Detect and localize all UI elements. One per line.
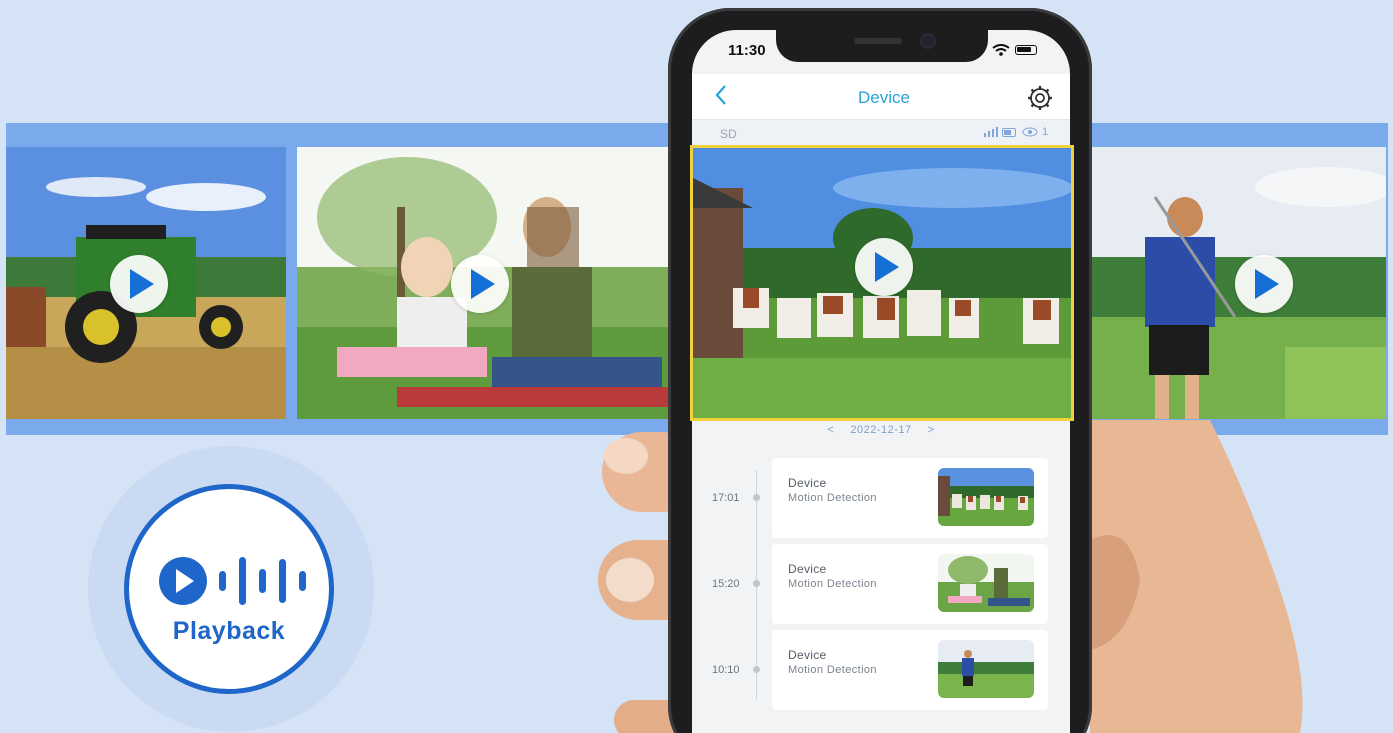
event-thumbnail-golfer[interactable]: [938, 640, 1034, 698]
event-thumbnail-cows[interactable]: [938, 468, 1034, 526]
promo-stage: 11:30 Device SD 1 < 2022-12-17 > 17:01 D…: [0, 0, 1393, 733]
playback-badge: Playback: [124, 484, 334, 694]
main-video-player[interactable]: [690, 145, 1074, 421]
video-thumb-mother-daughter[interactable]: [297, 147, 677, 419]
app-bar-title: Device: [858, 88, 910, 107]
event-thumbnail-mother-daughter[interactable]: [938, 554, 1034, 612]
event-subtitle: Motion Detection: [788, 664, 877, 676]
timeline-dot: [753, 494, 760, 501]
viewer-count: 1: [1042, 126, 1049, 138]
event-title: Device: [788, 476, 827, 490]
event-subtitle: Motion Detection: [788, 492, 877, 504]
battery-icon: [1015, 45, 1037, 55]
event-time: 10:10: [712, 664, 740, 676]
event-subtitle: Motion Detection: [788, 578, 877, 590]
event-time: 15:20: [712, 578, 740, 590]
timeline-dot: [753, 580, 760, 587]
prev-date-button[interactable]: <: [827, 424, 834, 436]
right-hand-image: [1090, 420, 1303, 733]
playback-waveform-icon: [159, 557, 306, 605]
event-title: Device: [788, 648, 827, 662]
status-icons: [992, 44, 1037, 56]
play-button[interactable]: [1235, 255, 1293, 313]
current-date[interactable]: 2022-12-17: [850, 424, 911, 436]
event-title: Device: [788, 562, 827, 576]
play-button[interactable]: [855, 238, 913, 296]
front-camera: [922, 35, 934, 47]
device-battery-icon: [1002, 127, 1016, 137]
play-button[interactable]: [451, 255, 509, 313]
signal-icon: [984, 127, 998, 137]
wifi-icon: [992, 44, 1010, 56]
speaker-grille: [854, 38, 902, 44]
event-card[interactable]: Device Motion Detection: [772, 458, 1048, 538]
eye-icon: [1022, 127, 1038, 137]
status-time: 11:30: [728, 42, 766, 59]
event-card[interactable]: Device Motion Detection: [772, 544, 1048, 624]
badge-label: Playback: [172, 617, 286, 645]
next-date-button[interactable]: >: [928, 424, 935, 436]
video-thumb-golfer[interactable]: [1085, 147, 1386, 419]
video-thumb-tractor[interactable]: [6, 147, 286, 419]
event-time: 17:01: [712, 492, 740, 504]
phone-notch: [776, 26, 988, 62]
date-navigator: <2022-12-17 >: [692, 424, 1070, 436]
player-status-icons: 1: [984, 126, 1048, 138]
play-button[interactable]: [110, 255, 168, 313]
storage-label: SD: [720, 127, 737, 141]
back-chevron-icon[interactable]: [714, 84, 728, 111]
gear-icon[interactable]: [1026, 84, 1054, 112]
event-card[interactable]: Device Motion Detection: [772, 630, 1048, 710]
timeline-dot: [753, 666, 760, 673]
